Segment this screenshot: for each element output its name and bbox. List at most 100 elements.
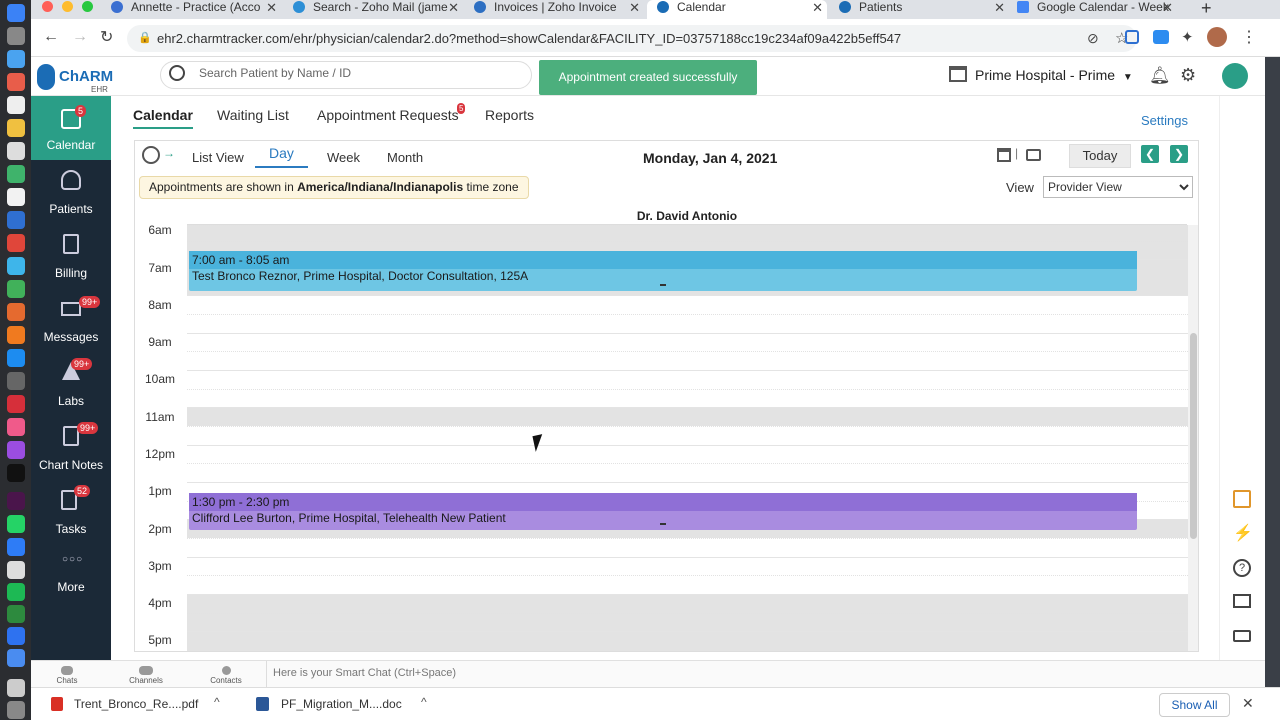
app-icon[interactable]	[7, 27, 25, 45]
help-icon[interactable]: ?	[1233, 559, 1251, 577]
app-icon[interactable]	[7, 211, 25, 229]
app-icon[interactable]	[7, 418, 25, 436]
close-tab-icon[interactable]: ✕	[812, 0, 823, 15]
time-slot[interactable]	[187, 575, 1188, 594]
tab-appointment-requests[interactable]: Appointment Requests	[317, 107, 459, 123]
close-tab-icon[interactable]: ✕	[629, 0, 640, 15]
time-slot[interactable]	[187, 463, 1188, 482]
appointment-block[interactable]: 1:30 pm - 2:30 pm Clifford Lee Burton, P…	[189, 493, 1137, 530]
app-icon[interactable]	[7, 627, 25, 645]
appointment-block[interactable]: 7:00 am - 8:05 am Test Bronco Reznor, Pr…	[189, 251, 1137, 291]
contacts-button[interactable]: Contacts	[201, 663, 251, 685]
next-day-button[interactable]: ❯	[1170, 145, 1188, 163]
print-icon[interactable]	[1026, 149, 1041, 161]
time-slot[interactable]	[187, 538, 1188, 557]
browser-tab[interactable]: Patients ✕	[839, 0, 1009, 19]
browser-tab[interactable]: Google Calendar - Week ✕	[1017, 0, 1177, 19]
browser-tab-active[interactable]: Calendar ✕	[647, 0, 827, 19]
calendar-scrollbar[interactable]	[1188, 225, 1198, 651]
smart-chat-input[interactable]: Here is your Smart Chat (Ctrl+Space)	[266, 661, 456, 687]
app-icon[interactable]	[7, 679, 25, 697]
time-slot[interactable]	[187, 389, 1188, 407]
facility-selector[interactable]: Prime Hospital - Prime ▼	[975, 67, 1133, 83]
scrollbar-thumb[interactable]	[1190, 333, 1197, 539]
resize-handle-icon[interactable]	[660, 284, 666, 286]
close-tab-icon[interactable]: ✕	[1162, 0, 1173, 15]
download-item[interactable]: PF_Migration_M....doc	[281, 697, 402, 711]
today-button[interactable]: Today	[1069, 144, 1131, 168]
previous-day-button[interactable]: ❮	[1141, 145, 1159, 163]
zoom-window-icon[interactable]	[82, 1, 93, 12]
keyboard-icon[interactable]	[1233, 630, 1251, 642]
view-day[interactable]: Day	[255, 145, 308, 168]
chevron-up-icon[interactable]: ^	[214, 695, 220, 709]
nav-labs[interactable]: 99+ Labs	[31, 352, 111, 416]
app-icon[interactable]	[7, 73, 25, 91]
app-icon[interactable]	[7, 372, 25, 390]
settings-gear-icon[interactable]: ⚙	[1180, 65, 1196, 86]
tab-reports[interactable]: Reports	[485, 107, 534, 123]
close-window-icon[interactable]	[42, 1, 53, 12]
app-icon[interactable]	[7, 441, 25, 459]
time-slot[interactable]	[187, 295, 1188, 314]
app-icon[interactable]	[7, 464, 25, 482]
app-icon[interactable]	[7, 326, 25, 344]
app-icon[interactable]	[7, 349, 25, 367]
nav-patients[interactable]: Patients	[31, 160, 111, 224]
time-slot[interactable]	[187, 445, 1188, 463]
browser-tab[interactable]: Annette - Practice (Acco ✕	[111, 0, 281, 19]
nav-calendar[interactable]: 5 Calendar	[31, 96, 111, 160]
user-avatar[interactable]	[1222, 63, 1248, 89]
app-icon[interactable]	[7, 4, 25, 22]
app-icon[interactable]	[7, 165, 25, 183]
patient-search[interactable]	[160, 61, 532, 89]
app-icon[interactable]	[7, 583, 25, 601]
time-slot[interactable]	[187, 613, 1188, 631]
app-icon[interactable]	[7, 701, 25, 719]
app-icon[interactable]	[7, 303, 25, 321]
app-icon[interactable]	[7, 142, 25, 160]
time-slot[interactable]	[187, 314, 1188, 333]
view-week[interactable]: Week	[327, 150, 360, 165]
refresh-clock-icon[interactable]	[142, 146, 160, 164]
app-icon[interactable]	[7, 234, 25, 252]
app-icon[interactable]	[7, 280, 25, 298]
time-slot[interactable]	[187, 333, 1188, 351]
calendar-settings-link[interactable]: Settings	[1141, 113, 1188, 128]
nav-tasks[interactable]: 52 Tasks	[31, 480, 111, 544]
app-icon[interactable]	[7, 492, 25, 510]
chevron-up-icon[interactable]: ^	[421, 695, 427, 709]
close-tab-icon[interactable]: ✕	[994, 0, 1005, 15]
view-list[interactable]: List View	[192, 150, 244, 165]
time-slot[interactable]	[187, 351, 1188, 370]
close-tab-icon[interactable]: ✕	[266, 0, 277, 15]
time-slot[interactable]	[187, 594, 1188, 613]
app-icon[interactable]	[7, 50, 25, 68]
gift-icon[interactable]	[1233, 490, 1251, 508]
minimize-window-icon[interactable]	[62, 1, 73, 12]
browser-tab[interactable]: Search - Zoho Mail (jame ✕	[293, 0, 463, 19]
forward-icon[interactable]: →	[72, 28, 88, 46]
browser-tab[interactable]: Invoices | Zoho Invoice ✕	[474, 0, 644, 19]
extension-icon[interactable]	[1125, 30, 1139, 44]
chats-button[interactable]: Chats	[42, 663, 92, 685]
tab-calendar[interactable]: Calendar	[133, 107, 193, 129]
time-slot[interactable]	[187, 370, 1188, 389]
channels-button[interactable]: Channels	[121, 663, 171, 685]
profile-avatar[interactable]	[1207, 27, 1227, 47]
browser-menu-icon[interactable]: ⋮	[1241, 27, 1257, 47]
puzzle-icon[interactable]: ✦	[1181, 28, 1194, 46]
plug-icon[interactable]: ⚡	[1233, 523, 1253, 542]
nav-messages[interactable]: 99+ Messages	[31, 288, 111, 352]
app-icon[interactable]	[7, 561, 25, 579]
show-all-button[interactable]: Show All	[1159, 693, 1230, 717]
app-icon[interactable]	[7, 515, 25, 533]
app-icon[interactable]	[7, 395, 25, 413]
nav-more[interactable]: ○○○ More	[31, 544, 111, 602]
view-select[interactable]: Provider View	[1043, 176, 1193, 198]
app-icon[interactable]	[7, 257, 25, 275]
time-slot[interactable]	[187, 426, 1188, 445]
time-slot[interactable]	[187, 557, 1188, 575]
app-icon[interactable]	[7, 188, 25, 206]
resize-handle-icon[interactable]	[660, 523, 666, 525]
